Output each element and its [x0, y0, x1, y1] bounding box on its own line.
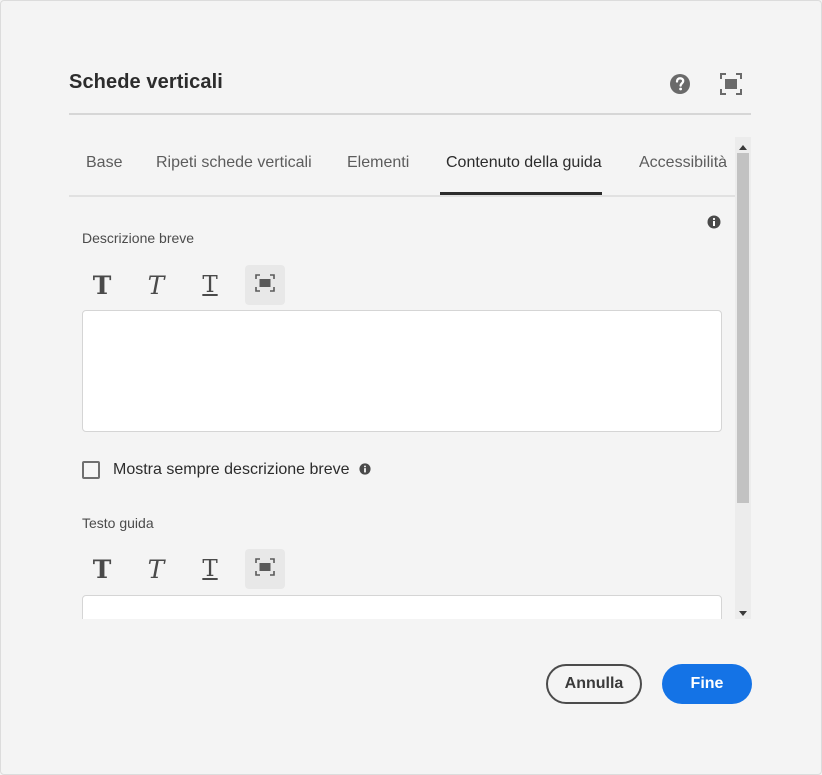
underline-button[interactable]: T: [190, 265, 230, 305]
short-description-label: Descrizione breve: [82, 230, 195, 246]
dialog-content: Base Ripeti schede verticali Elementi Co…: [69, 137, 735, 619]
help-icon[interactable]: [669, 73, 691, 95]
help-text-label: Testo guida: [82, 515, 154, 531]
short-description-editor[interactable]: [82, 310, 722, 432]
always-show-label: Mostra sempre descrizione breve: [113, 461, 350, 478]
expand-icon: [255, 274, 275, 296]
always-show-checkbox[interactable]: [82, 461, 100, 479]
help-text-toolbar: T T T: [82, 549, 292, 589]
underline-button[interactable]: T: [190, 549, 230, 589]
italic-button[interactable]: T: [136, 265, 176, 305]
tab-ripeti-schede-verticali[interactable]: Ripeti schede verticali: [156, 154, 312, 172]
italic-button[interactable]: T: [136, 549, 176, 589]
cancel-button[interactable]: Annulla: [546, 664, 642, 704]
info-icon[interactable]: [707, 215, 721, 229]
expand-icon: [255, 558, 275, 580]
tab-base[interactable]: Base: [86, 154, 122, 172]
tab-list: Base Ripeti schede verticali Elementi Co…: [69, 137, 735, 197]
short-description-toolbar: T T T: [82, 265, 292, 305]
info-icon[interactable]: [359, 462, 371, 475]
done-button[interactable]: Fine: [662, 664, 752, 704]
scrollbar-thumb[interactable]: [737, 153, 749, 503]
dialog: Schede verticali Base Ripeti schede vert…: [0, 0, 822, 775]
help-text-editor[interactable]: [82, 595, 722, 619]
bold-button[interactable]: T: [82, 549, 122, 589]
expand-editor-button[interactable]: [245, 265, 285, 305]
tab-accessibilita[interactable]: Accessibilità: [639, 154, 727, 172]
scroll-down-icon[interactable]: [738, 605, 748, 616]
tab-elementi[interactable]: Elementi: [347, 154, 409, 172]
tab-contenuto-della-guida[interactable]: Contenuto della guida: [446, 154, 602, 172]
fullscreen-icon[interactable]: [720, 73, 742, 95]
vertical-scrollbar[interactable]: [735, 137, 751, 619]
dialog-title: Schede verticali: [69, 71, 223, 93]
expand-editor-button[interactable]: [245, 549, 285, 589]
bold-button[interactable]: T: [82, 265, 122, 305]
scroll-up-icon[interactable]: [738, 140, 748, 150]
active-tab-indicator: [440, 192, 602, 195]
header-divider: [69, 113, 751, 115]
